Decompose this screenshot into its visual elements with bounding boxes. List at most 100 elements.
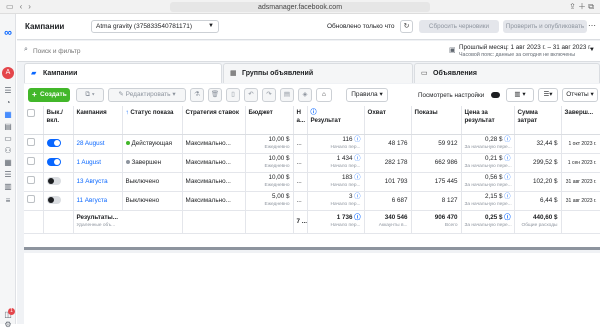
table-row[interactable]: 28 August Действующая Максимально... 10,… [24, 134, 600, 154]
tab-ads[interactable]: ▭ Объявления [414, 63, 600, 83]
col-status[interactable]: ↑ Статус показа [122, 106, 183, 135]
campaigns-table-icon[interactable]: ▦ [3, 110, 13, 119]
col-results[interactable]: ⓘ Результат [307, 106, 365, 135]
campaign-link[interactable]: 28 August [77, 140, 105, 147]
campaign-link[interactable]: 11 Августа [77, 197, 108, 204]
undo-button[interactable]: ↶ [244, 88, 258, 102]
budget-value: 5,00 $ [271, 192, 290, 200]
list-icon[interactable]: ☰ [3, 170, 13, 179]
create-button[interactable]: + Создать [28, 88, 70, 102]
impressions-cell: 175 445 [411, 172, 462, 192]
campaign-link[interactable]: 1 August [77, 159, 102, 166]
row-toggle[interactable] [43, 172, 74, 192]
notification-badge: 1 [8, 308, 15, 315]
view-settings-toggle[interactable] [491, 92, 500, 98]
row-checkbox[interactable] [24, 172, 44, 192]
date-range-picker[interactable]: ▣ Прошлый месяц: 1 авг 2023 г. – 31 авг … [449, 43, 599, 60]
plus-icon: + [32, 90, 37, 99]
status-cell: Действующая [122, 134, 183, 154]
row-checkbox[interactable] [24, 153, 44, 173]
impressions-cell: 662 986 [411, 153, 462, 173]
meta-logo-icon[interactable]: ∞ [1, 28, 15, 39]
campaign-name[interactable]: 1 August [73, 153, 123, 173]
page-header: Кампании Atma gravity (375833540781171) … [17, 14, 600, 40]
reach-cell: 282 178 [364, 153, 412, 173]
toggle-switch[interactable] [46, 196, 61, 205]
more-menu-icon[interactable]: ≡ [3, 196, 13, 205]
account-selector[interactable]: Atma gravity (375833540781171) ▼ [91, 20, 219, 33]
table-row[interactable]: 1 August Завершен Максимально... 10,00 $… [24, 153, 600, 173]
people-icon[interactable]: ⚇ [3, 146, 13, 155]
trash-icon[interactable]: ▯ [226, 88, 240, 102]
row-toggle[interactable] [43, 191, 74, 211]
breakdown-button[interactable]: ☰▾ [538, 88, 558, 102]
settings-gear-icon[interactable]: ⚙ [3, 320, 13, 329]
chart-icon[interactable]: ▥ [3, 182, 13, 191]
reach-cell: 101 793 [364, 172, 412, 192]
gauge-icon[interactable]: ◔ [3, 98, 13, 107]
table-row[interactable]: 11 Августа Выключено Максимально... 5,00… [24, 191, 600, 211]
reports-button[interactable]: Отчеты ▾ [562, 88, 598, 102]
result-cell: 3 ⓘ Начало пер... [307, 191, 365, 211]
campaign-name[interactable]: 11 Августа [73, 191, 123, 211]
rules-button[interactable]: Правила ▾ [346, 88, 388, 102]
select-all-checkbox[interactable] [24, 106, 44, 135]
tag-button[interactable]: ⌂ [316, 88, 332, 102]
table-row[interactable]: 13 Августа Выключено Максимально... 10,0… [24, 172, 600, 192]
col-cost-per-result[interactable]: Цена за результат [461, 106, 515, 135]
totals-impressions: 906 470 Всего [411, 210, 462, 234]
discard-drafts-button[interactable]: Сбросить черновики [419, 20, 499, 33]
edit-button[interactable]: ✎ Редактировать ▾ [108, 88, 186, 102]
col-ends[interactable]: Заверш... [561, 106, 600, 135]
folder-icon[interactable]: ▭ [3, 134, 13, 143]
campaign-link[interactable]: 13 Августа [77, 178, 108, 185]
campaign-name[interactable]: 28 August [73, 134, 123, 154]
col-budget[interactable]: Бюджет [245, 106, 294, 135]
search-input[interactable] [33, 45, 233, 57]
strategy-cell: Максимально... [182, 153, 246, 173]
tab-ad-sets[interactable]: ▦ Группы объявлений [223, 63, 413, 83]
refresh-button[interactable]: ↻ [400, 20, 413, 33]
col-campaign[interactable]: Кампания [73, 106, 123, 135]
col-amount-spent[interactable]: Сумма затрат [514, 106, 562, 135]
back-icon[interactable]: ‹ [20, 2, 23, 11]
campaign-name[interactable]: 13 Августа [73, 172, 123, 192]
campaign-toolbar: + Создать ⧉ ▾ ✎ Редактировать ▾ ⚗ 🗑 ▯ ↶ … [24, 84, 600, 106]
toggle-switch[interactable] [46, 158, 61, 167]
delete-button[interactable]: 🗑 [208, 88, 222, 102]
sidebar-toggle-icon[interactable]: ▭ [6, 2, 14, 11]
row-toggle[interactable] [43, 153, 74, 173]
timezone-note: Часовой пояс: данные за сегодня не включ… [459, 52, 576, 58]
update-status: Обновлено только что [327, 23, 395, 30]
col-strategy[interactable]: Стратегия ставок [182, 106, 246, 135]
lock-icon[interactable]: ▤ [280, 88, 294, 102]
columns-button[interactable]: ▥ ▾ [506, 88, 534, 102]
chevron-down-icon: ▼ [208, 23, 214, 29]
result-value: 183 [341, 173, 353, 181]
tab-campaigns[interactable]: ▰ Кампании [24, 63, 222, 83]
toggle-switch[interactable] [46, 139, 61, 148]
forward-icon[interactable]: › [28, 2, 31, 11]
duplicate-button[interactable]: ⧉ ▾ [76, 88, 104, 102]
analytics-icon[interactable]: ▤ [3, 122, 13, 131]
toggle-switch[interactable] [46, 177, 61, 186]
tag-icon[interactable]: ◈ [298, 88, 312, 102]
row-checkbox[interactable] [24, 191, 44, 211]
redo-button[interactable]: ↷ [262, 88, 276, 102]
col-onoff[interactable]: Вык./ вкл. [43, 106, 74, 135]
review-publish-button[interactable]: Проверить и опубликовать [503, 20, 587, 33]
left-rail: ∞ A ☰ ◔ ▦ ▤ ▭ ⚇ ▦ ☰ ▥ ≡ ◫ 1 ⚙ [0, 14, 16, 329]
col-impressions[interactable]: Показы [411, 106, 462, 135]
col-reach[interactable]: Охват [364, 106, 412, 135]
grid-icon[interactable]: ▦ [3, 158, 13, 167]
address-bar[interactable]: adsmanager.facebook.com [170, 2, 430, 12]
menu-icon[interactable]: ☰ [3, 86, 13, 95]
row-toggle[interactable] [43, 134, 74, 154]
avatar[interactable]: A [2, 67, 14, 79]
ab-test-button[interactable]: ⚗ [190, 88, 204, 102]
more-options-icon[interactable]: ⋯ [588, 21, 596, 30]
col-attribution[interactable]: Н а... [293, 106, 308, 135]
row-checkbox[interactable] [24, 134, 44, 154]
tab-label: Объявления [433, 70, 477, 77]
share-icon[interactable]: ⇪ ＋ ⧉ [569, 1, 594, 12]
